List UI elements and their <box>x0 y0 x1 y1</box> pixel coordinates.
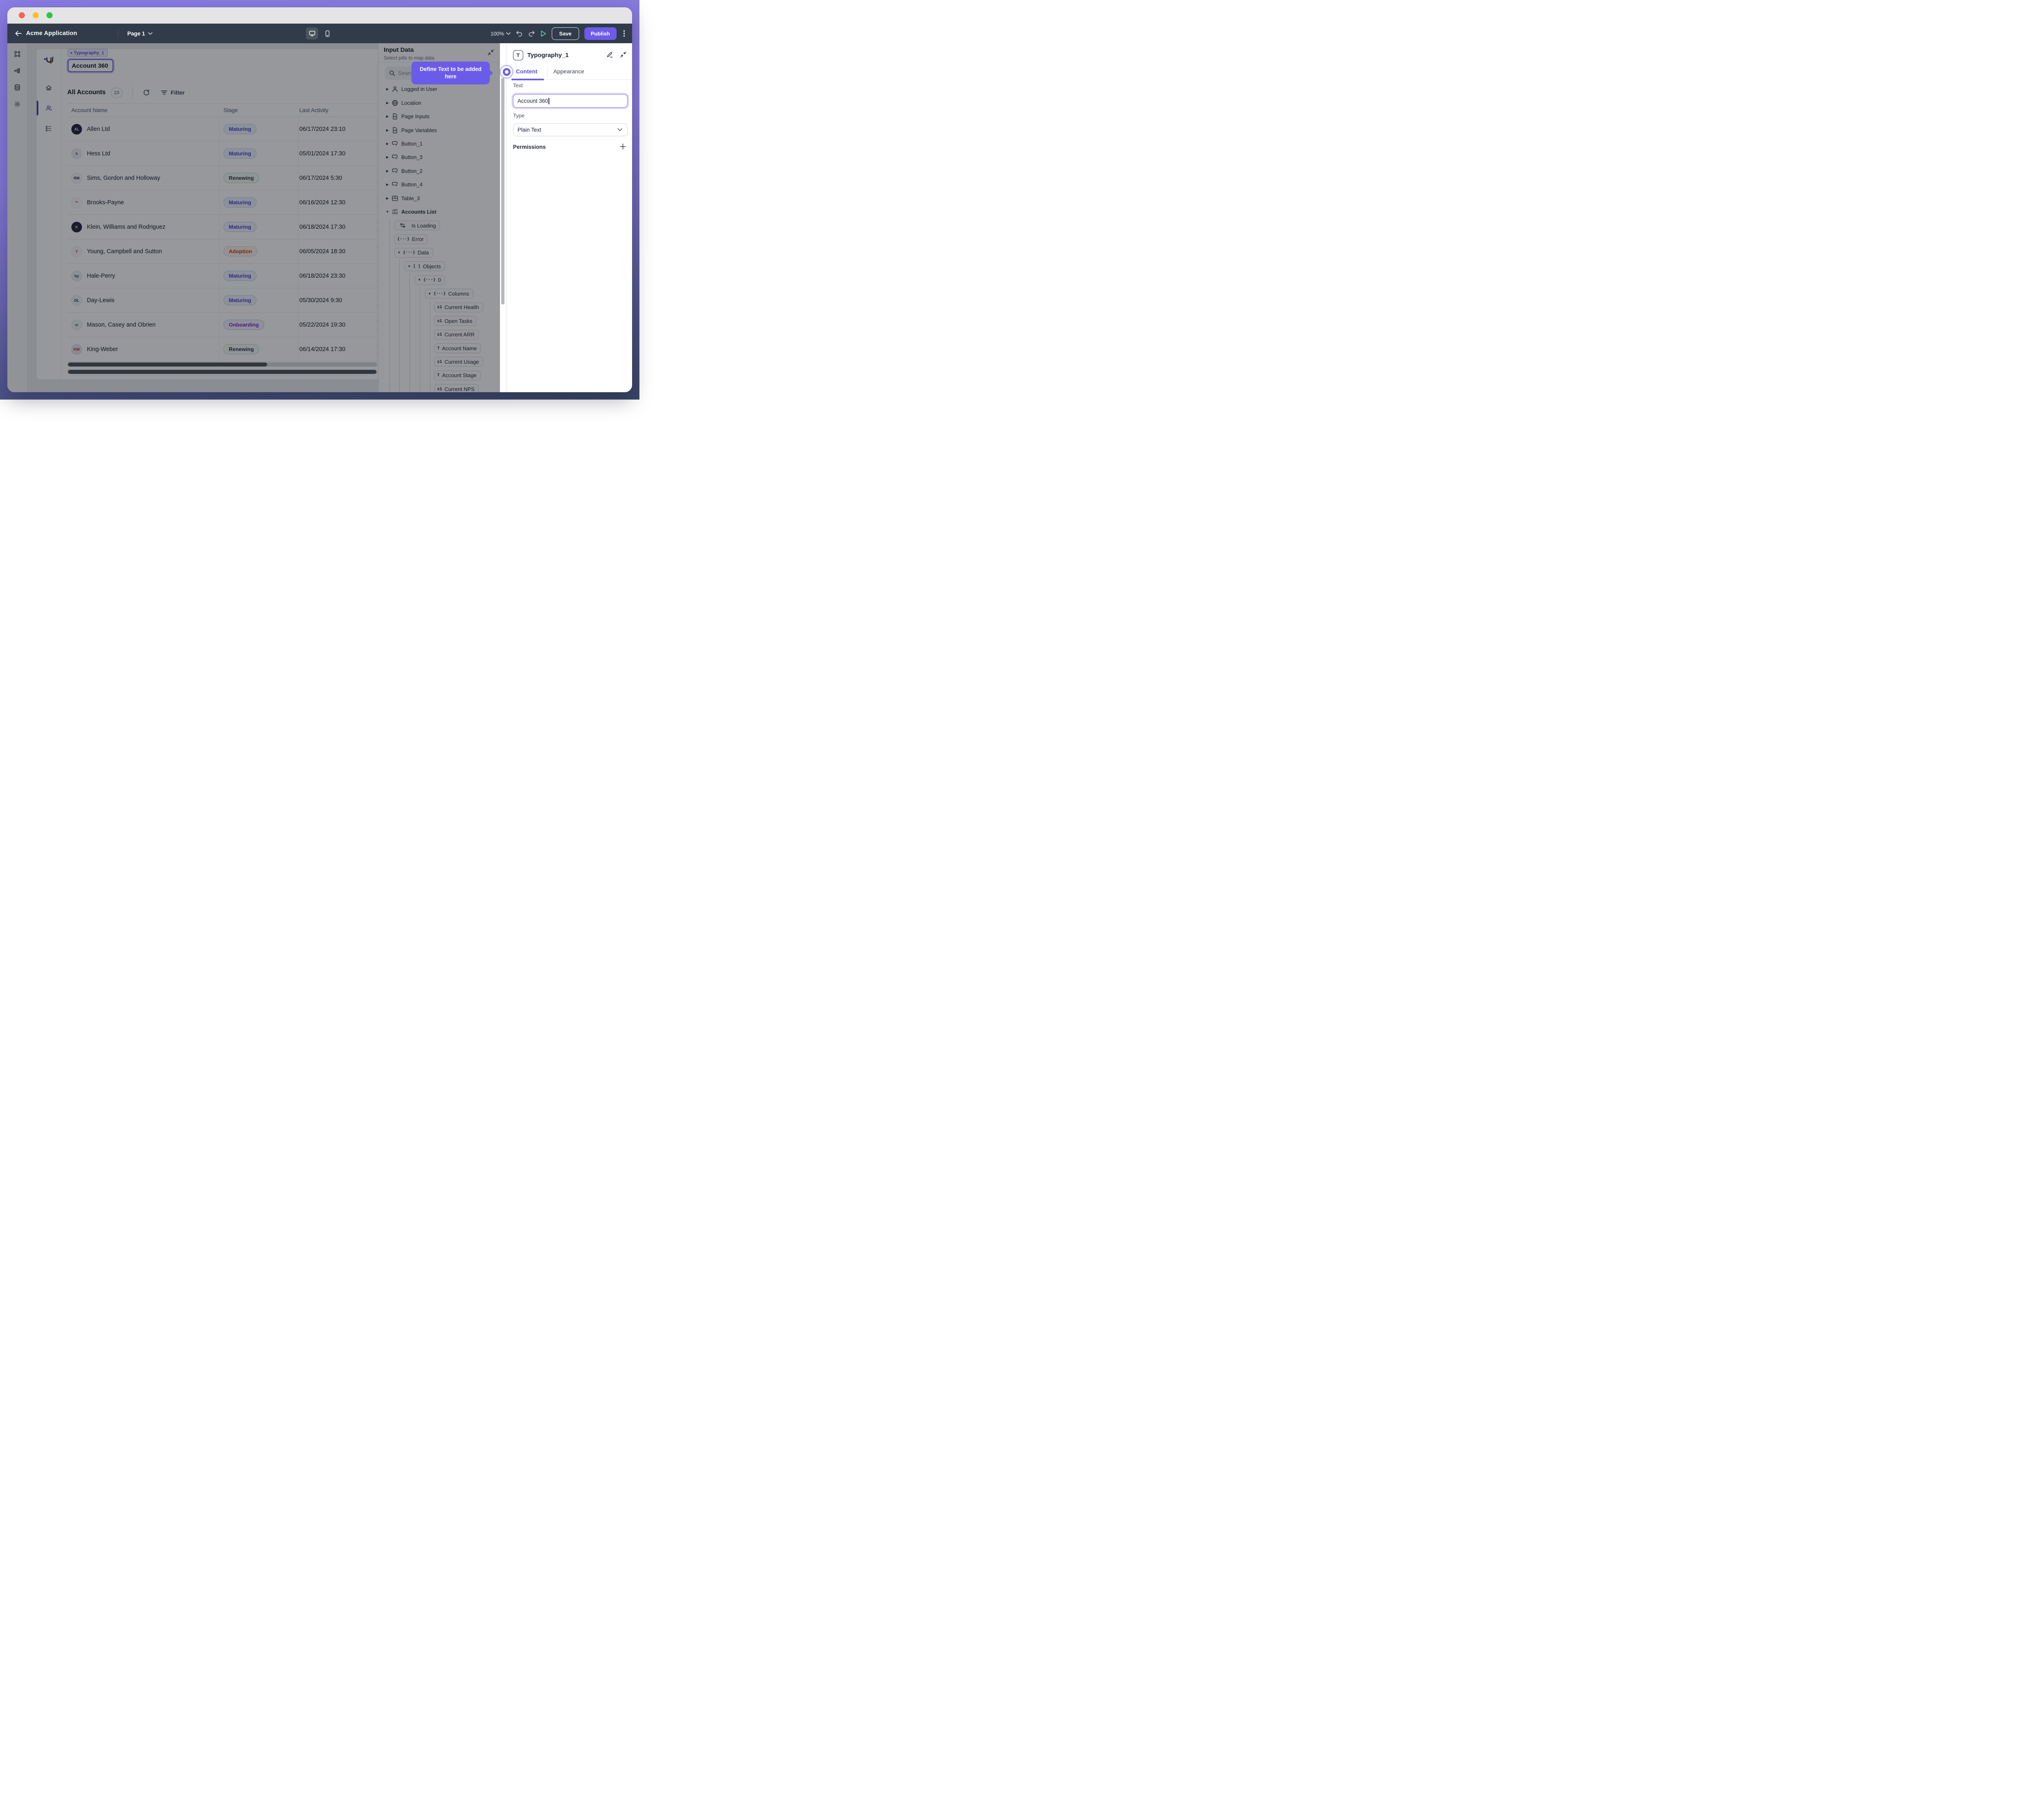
zoom-control[interactable]: 100% <box>491 31 511 37</box>
minimize-window-button[interactable] <box>33 12 39 18</box>
rename-pencil-icon[interactable] <box>606 51 613 58</box>
desktop-icon <box>309 30 316 37</box>
save-button[interactable]: Save <box>552 27 579 40</box>
builder-content: Typography_1 Account 360 All Accounts 10 <box>7 43 632 392</box>
zoom-window-button[interactable] <box>46 12 53 18</box>
page-selector[interactable]: Page 1 <box>127 31 153 37</box>
expand-panel-icon[interactable] <box>620 51 627 58</box>
preview-play-icon[interactable] <box>540 30 546 37</box>
app-window: Acme Application Page 1 100% <box>7 7 632 392</box>
chevron-down-icon <box>148 32 153 35</box>
text-field-label: Text <box>513 82 523 88</box>
chevron-down-icon <box>506 32 511 35</box>
active-tab-underline <box>511 79 544 80</box>
text-caret <box>548 98 549 104</box>
app-title: Acme Application <box>26 30 77 37</box>
chevron-down-icon <box>617 128 622 131</box>
inspector-panel: T Typography_1 Content Appearance Text A… <box>506 43 632 392</box>
builder-toolbar: Acme Application Page 1 100% <box>7 24 632 43</box>
content-tab-radio[interactable] <box>503 68 511 76</box>
publish-button[interactable]: Publish <box>584 27 617 40</box>
undo-icon[interactable] <box>516 31 523 37</box>
inspector-title: Typography_1 <box>527 52 568 59</box>
mobile-icon <box>325 30 330 37</box>
desktop-background: Acme Application Page 1 100% <box>0 0 639 400</box>
permissions-label: Permissions <box>513 144 546 150</box>
back-icon[interactable] <box>15 30 22 37</box>
tutorial-spotlight-ring <box>500 65 513 79</box>
desktop-view-button[interactable] <box>306 27 318 40</box>
type-select[interactable]: Plain Text <box>513 123 628 136</box>
inspector-tabs: Content Appearance <box>506 66 632 80</box>
tutorial-dim-overlay <box>7 43 500 392</box>
typography-component-icon: T <box>513 50 523 60</box>
panel-scrollbar <box>500 43 506 392</box>
tutorial-tooltip: Define Text to be added here <box>411 62 490 84</box>
zoom-level: 100% <box>491 31 504 37</box>
panel-scrollbar-thumb[interactable] <box>501 78 504 305</box>
text-value-input[interactable]: Account 360 <box>513 94 628 108</box>
titlebar <box>7 7 632 24</box>
tab-content[interactable]: Content <box>516 68 537 75</box>
add-permission-icon[interactable] <box>619 143 626 150</box>
mobile-view-button[interactable] <box>321 27 334 40</box>
close-window-button[interactable] <box>19 12 25 18</box>
more-options-icon[interactable] <box>622 30 627 37</box>
type-field-label: Type <box>513 113 524 119</box>
tab-appearance[interactable]: Appearance <box>553 68 584 75</box>
redo-icon[interactable] <box>528 31 535 37</box>
